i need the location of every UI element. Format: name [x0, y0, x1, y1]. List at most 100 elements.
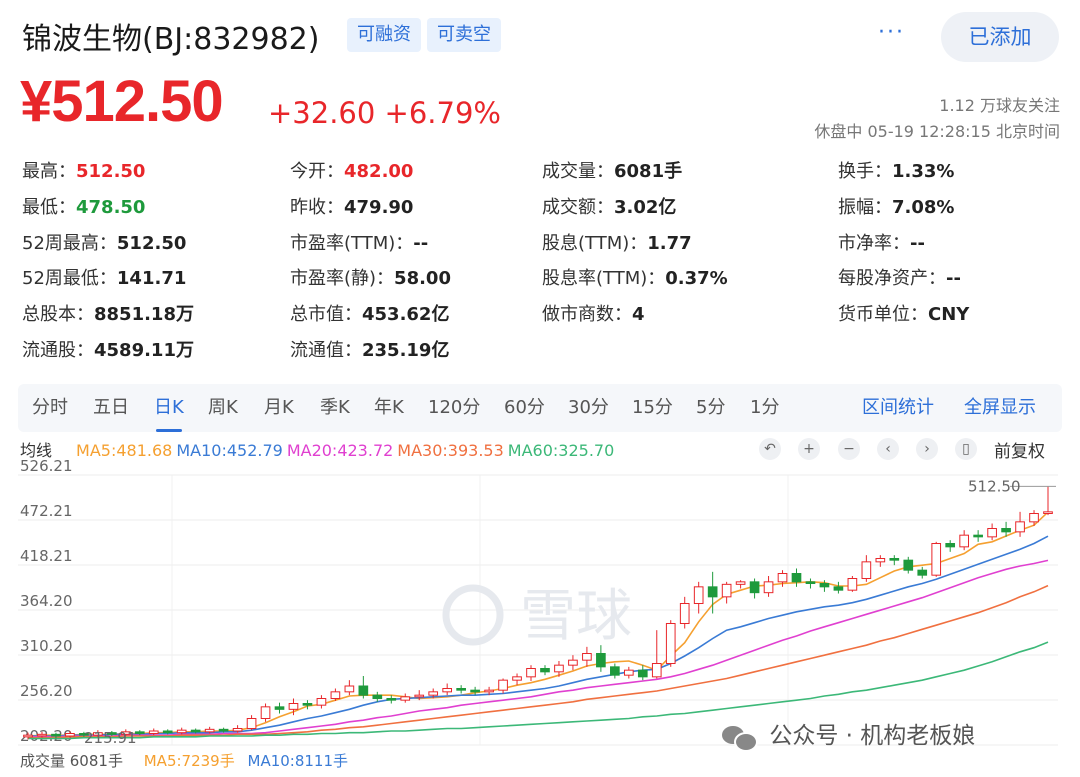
y-tick-label: 256.20: [20, 682, 73, 700]
candle: [1015, 511, 1025, 537]
stat-item: 市盈率(TTM)：--: [290, 229, 428, 255]
stat-item: 52周最高：512.50: [22, 229, 186, 255]
candle: [679, 596, 690, 629]
margin-tag[interactable]: 可融资: [347, 18, 421, 52]
stat-item: 做市商数：4: [542, 300, 645, 326]
zoom-in-icon[interactable]: +: [798, 438, 820, 460]
stat-label: 昨收：: [290, 197, 344, 218]
period-tab[interactable]: 季K: [320, 384, 350, 432]
stat-value: 4: [632, 304, 645, 325]
stat-label: 货币单位：: [838, 304, 928, 325]
wechat-icon: [722, 724, 758, 752]
candle: [386, 695, 397, 704]
candle-icon[interactable]: ▯: [955, 438, 977, 460]
zoom-out-icon[interactable]: −: [838, 438, 860, 460]
period-tab[interactable]: 120分: [428, 384, 480, 432]
period-tab[interactable]: 日K: [154, 384, 184, 432]
low-price-label: 215.91: [84, 729, 137, 747]
period-tab[interactable]: 周K: [208, 384, 238, 432]
stat-label: 股息(TTM)：: [542, 233, 648, 254]
candle: [274, 702, 285, 714]
ma-legend-item: MA5:481.68: [76, 441, 173, 460]
stat-item: 换手：1.33%: [838, 157, 954, 183]
stat-item: 流通股：4589.11万: [22, 336, 194, 362]
stat-label: 流通值：: [290, 340, 362, 361]
stat-label: 最高：: [22, 161, 76, 182]
stat-label: 流通股：: [22, 340, 94, 361]
scroll-right-icon[interactable]: ›: [916, 438, 938, 460]
stat-label: 换手：: [838, 161, 892, 182]
period-tab[interactable]: 分时: [32, 384, 68, 432]
volume-ma5: MA5:7239手: [143, 752, 235, 770]
stat-value: --: [946, 268, 961, 289]
candle: [735, 580, 746, 589]
period-tab[interactable]: 月K: [264, 384, 294, 432]
stat-label: 每股净资产：: [838, 268, 946, 289]
range-stats-link[interactable]: 区间统计: [862, 384, 934, 432]
period-tab[interactable]: 5分: [696, 384, 725, 432]
stat-label: 总市值：: [290, 304, 362, 325]
added-button[interactable]: 已添加: [941, 12, 1059, 62]
market-status: 休盘中 05-19 12:28:15 北京时间: [814, 122, 1060, 141]
stat-item: 振幅：7.08%: [838, 193, 954, 219]
stat-value: 0.37%: [665, 268, 728, 289]
last-price-label: 512.50: [968, 477, 1021, 495]
volume-label: 成交量 6081手: [20, 752, 123, 770]
candle: [568, 655, 578, 671]
period-tab[interactable]: 1分: [750, 384, 779, 432]
volume-legend: 成交量 6081手 MA5:7239手 MA10:8111手: [20, 750, 348, 771]
volume-ma10: MA10:8111手: [247, 752, 349, 770]
candle: [931, 541, 942, 577]
stat-label: 今开：: [290, 161, 344, 182]
candle: [847, 576, 858, 592]
period-tab[interactable]: 30分: [568, 384, 609, 432]
candlestick-chart[interactable]: 526.21472.21418.21364.20310.20256.20202.…: [0, 460, 1080, 750]
stat-label: 股息率(TTM)：: [542, 268, 666, 289]
stat-item: 流通值：235.19亿: [290, 336, 449, 362]
period-tab[interactable]: 60分: [504, 384, 545, 432]
stat-value: 141.71: [116, 268, 187, 289]
ma-title: 均线: [20, 441, 53, 460]
ma-legend-item: MA60:325.70: [507, 441, 615, 460]
price-change: +32.60 +6.79%: [268, 96, 501, 130]
candle: [526, 665, 536, 682]
y-tick-label: 310.20: [20, 637, 73, 655]
ma-legend: 均线 MA5:481.68 MA10:452.79 MA20:423.72 MA30:3…: [20, 437, 618, 461]
y-tick-label: 364.20: [20, 592, 73, 610]
stat-value: CNY: [928, 304, 970, 325]
adjust-toggle[interactable]: 前复权: [994, 437, 1045, 462]
more-icon[interactable]: ···: [878, 20, 905, 45]
candle: [665, 620, 676, 667]
stat-value: 235.19亿: [362, 340, 450, 361]
ma-legend-item: MA10:452.79: [176, 441, 283, 460]
stock-title: 锦波生物(BJ:832982): [22, 22, 320, 57]
stat-item: 成交额：3.02亿: [542, 193, 676, 219]
stat-item: 成交量：6081手: [542, 157, 682, 183]
xueqiu-logo-icon: [442, 584, 504, 646]
period-tab[interactable]: 年K: [374, 384, 404, 432]
candle: [749, 578, 760, 599]
stat-value: 1.77: [647, 233, 692, 254]
stat-label: 总股本：: [22, 304, 94, 325]
ma-legend-item: MA20:423.72: [286, 441, 394, 460]
stat-label: 市盈率(TTM)：: [290, 233, 414, 254]
stat-value: 1.33%: [892, 161, 955, 182]
candle: [763, 576, 774, 597]
stat-label: 成交量：: [542, 161, 614, 182]
scroll-left-icon[interactable]: ‹: [877, 438, 899, 460]
candle: [498, 678, 508, 694]
short-sell-tag[interactable]: 可卖空: [427, 18, 501, 52]
fullscreen-link[interactable]: 全屏显示: [964, 384, 1036, 432]
stat-label: 52周最高：: [22, 233, 117, 254]
stat-item: 总市值：453.62亿: [290, 300, 449, 326]
candle: [791, 568, 802, 587]
candle: [917, 566, 928, 579]
period-tab[interactable]: 五日: [93, 384, 129, 432]
ma-legend-item: MA30:393.53: [397, 441, 504, 460]
candle: [861, 555, 872, 582]
stat-value: --: [910, 233, 925, 254]
stat-value: 3.02亿: [614, 197, 677, 218]
stat-value: 479.90: [344, 197, 414, 218]
reset-icon[interactable]: ↶: [759, 438, 781, 460]
period-tab[interactable]: 15分: [632, 384, 673, 432]
